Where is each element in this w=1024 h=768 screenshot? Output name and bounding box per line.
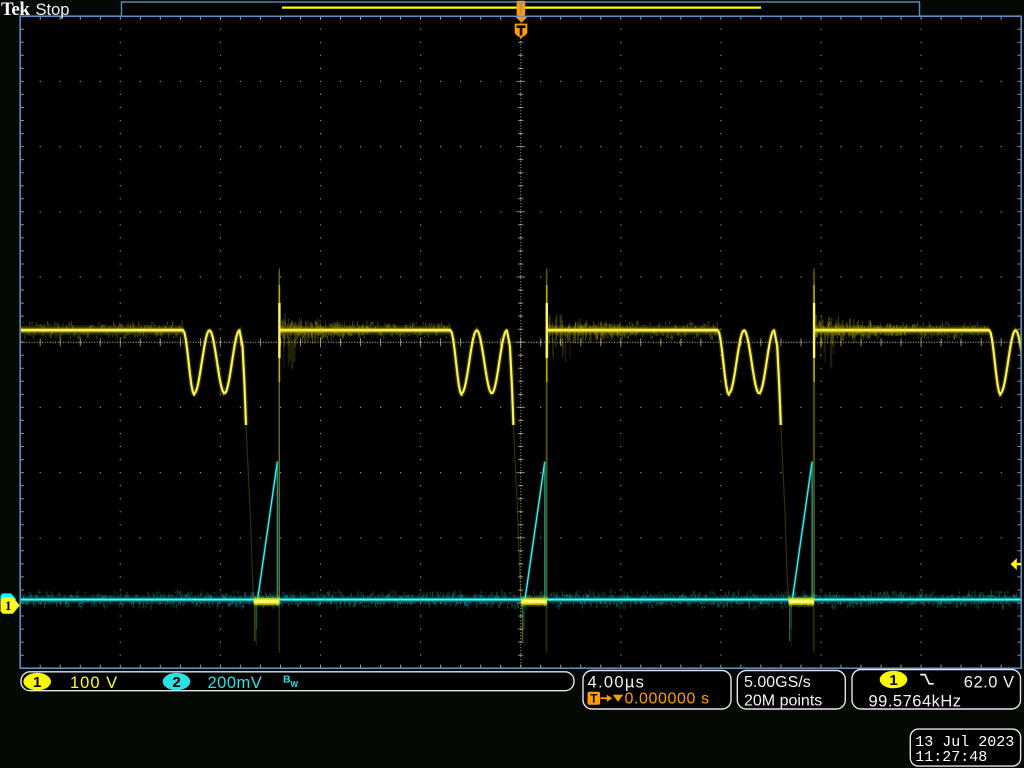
- svg-text:20M points: 20M points: [744, 693, 822, 710]
- svg-text:5.00GS/s: 5.00GS/s: [744, 674, 811, 691]
- svg-text:1: 1: [5, 598, 12, 613]
- svg-text:1: 1: [33, 674, 41, 691]
- svg-text:200mV: 200mV: [208, 674, 263, 692]
- svg-text:T: T: [590, 693, 597, 705]
- svg-text:W: W: [291, 680, 299, 689]
- svg-text:Tek: Tek: [1, 0, 30, 20]
- svg-text:4.00µs: 4.00µs: [588, 674, 646, 692]
- svg-text:1: 1: [889, 672, 897, 689]
- svg-text:99.5764kHz: 99.5764kHz: [869, 692, 962, 710]
- svg-text:62.0 V: 62.0 V: [964, 674, 1015, 692]
- svg-text:0.000000 s: 0.000000 s: [625, 691, 710, 708]
- svg-text:Stop: Stop: [36, 1, 70, 19]
- svg-text:2: 2: [172, 674, 180, 691]
- svg-text:11:27:48: 11:27:48: [915, 749, 987, 766]
- svg-text:100 V: 100 V: [70, 674, 118, 692]
